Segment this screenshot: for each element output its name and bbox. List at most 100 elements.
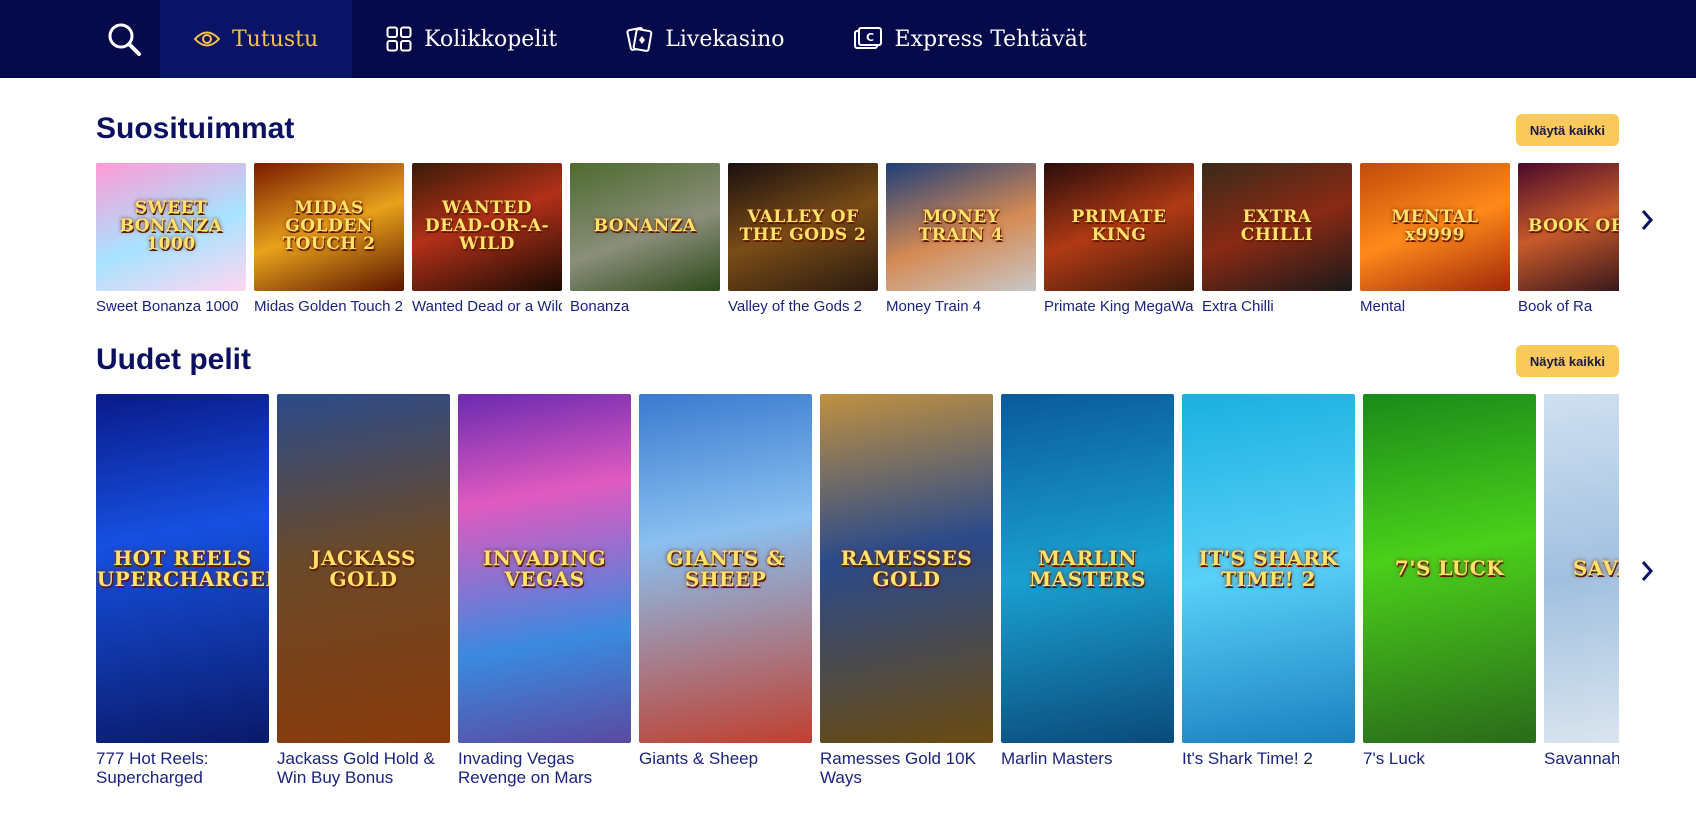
top-navigation: Tutustu Kolikkopelit Livekasino C Expres… [0, 0, 1696, 78]
game-art-title: MIDAS GOLDEN TOUCH 2 [282, 198, 376, 254]
game-thumbnail[interactable]: MIDAS GOLDEN TOUCH 2 [254, 163, 404, 291]
game-thumbnail[interactable]: PRIMATE KING [1044, 163, 1194, 291]
game-title[interactable]: Sweet Bonanza 1000 [96, 297, 246, 316]
game-art-title: RAMESSES GOLD [840, 545, 973, 591]
game-thumbnail[interactable]: BONANZA [570, 163, 720, 291]
game-thumbnail[interactable]: VALLEY OF THE GODS 2 [728, 163, 878, 291]
game-art-title: INVADING VEGAS [482, 545, 607, 591]
nav-tab-livekasino[interactable]: Livekasino [591, 0, 818, 78]
nav-tab-label: Livekasino [665, 26, 785, 52]
new-games-next-button[interactable] [1632, 551, 1662, 591]
game-art-title: 7'S LUCK [1394, 556, 1505, 580]
game-art-title: BONANZA [593, 216, 697, 237]
game-card[interactable]: GIANTS & SHEEP Giants & Sheep [639, 394, 812, 787]
game-card[interactable]: INVADING VEGAS Invading Vegas Revenge on … [458, 394, 631, 787]
nav-tab-tutustu[interactable]: Tutustu [160, 0, 353, 78]
game-art-title: WANTED DEAD-OR-A-WILD [424, 198, 550, 254]
game-card[interactable]: BOOK OF RA Book of Ra [1518, 163, 1619, 316]
game-card[interactable]: MONEY TRAIN 4 Money Train 4 [886, 163, 1036, 316]
game-art-title: IT'S SHARK TIME! 2 [1198, 545, 1339, 591]
show-all-button[interactable]: Näytä kaikki [1515, 345, 1619, 377]
game-thumbnail[interactable]: IT'S SHARK TIME! 2 [1182, 394, 1355, 743]
game-card[interactable]: IT'S SHARK TIME! 2 It's Shark Time! 2 [1182, 394, 1355, 787]
game-title[interactable]: Primate King MegaWays [1044, 297, 1194, 316]
game-title[interactable]: Savannah [1544, 749, 1619, 768]
game-card[interactable]: JACKASS GOLD Jackass Gold Hold & Win Buy … [277, 394, 450, 787]
game-thumbnail[interactable]: MENTAL x9999 [1360, 163, 1510, 291]
game-card[interactable]: RAMESSES GOLD Ramesses Gold 10K Ways [820, 394, 993, 787]
game-title[interactable]: Extra Chilli [1202, 297, 1352, 316]
game-title[interactable]: Wanted Dead or a Wild [412, 297, 562, 316]
game-art-title: GIANTS & SHEEP [666, 545, 785, 591]
game-card[interactable]: SWEET BONANZA 1000 Sweet Bonanza 1000 [96, 163, 246, 316]
game-title[interactable]: Bonanza [570, 297, 720, 316]
game-thumbnail[interactable]: HOT REELS SUPERCHARGED [96, 394, 269, 743]
popular-next-button[interactable] [1632, 200, 1662, 240]
search-icon [108, 23, 141, 56]
game-art-title: EXTRA CHILLI [1240, 207, 1314, 245]
game-art-title: VALLEY OF THE GODS 2 [739, 207, 867, 245]
game-art-title: SWEET BONANZA 1000 [119, 198, 223, 254]
game-thumbnail[interactable]: RAMESSES GOLD [820, 394, 993, 743]
game-title[interactable]: Giants & Sheep [639, 749, 812, 768]
game-title[interactable]: Jackass Gold Hold & Win Buy Bonus [277, 749, 450, 787]
nav-tab-label: Kolikkopelit [424, 26, 558, 52]
game-card[interactable]: EXTRA CHILLI Extra Chilli [1202, 163, 1352, 316]
section-title: Suosituimmat [96, 112, 295, 145]
game-title[interactable]: Marlin Masters [1001, 749, 1174, 768]
game-art-title: SAVA LEG [1572, 556, 1619, 580]
game-art-title: MARLIN MASTERS [1029, 545, 1146, 591]
game-title[interactable]: Mental [1360, 297, 1510, 316]
game-thumbnail[interactable]: SAVA LEG [1544, 394, 1619, 743]
game-card[interactable]: PRIMATE KING Primate King MegaWays [1044, 163, 1194, 316]
game-art-title: PRIMATE KING [1071, 207, 1167, 245]
ticket-icon: C [853, 27, 882, 49]
eye-icon [194, 31, 220, 47]
game-art-title: JACKASS GOLD [311, 545, 416, 591]
game-thumbnail[interactable]: WANTED DEAD-OR-A-WILD [412, 163, 562, 291]
game-thumbnail[interactable]: INVADING VEGAS [458, 394, 631, 743]
game-art-title: MONEY TRAIN 4 [918, 207, 1004, 245]
game-card[interactable]: SAVA LEG Savannah [1544, 394, 1619, 787]
popular-section: Suosituimmat Näytä kaikki SWEET BONANZA … [96, 109, 1619, 319]
game-art-title: MENTAL x9999 [1391, 207, 1479, 245]
section-title: Uudet pelit [96, 343, 251, 376]
grid-icon [386, 26, 412, 52]
game-card[interactable]: WANTED DEAD-OR-A-WILD Wanted Dead or a Wi… [412, 163, 562, 316]
game-card[interactable]: 7'S LUCK 7's Luck [1363, 394, 1536, 787]
game-card[interactable]: MENTAL x9999 Mental [1360, 163, 1510, 316]
game-title[interactable]: 7's Luck [1363, 749, 1536, 768]
chevron-right-icon [1641, 210, 1654, 230]
game-card[interactable]: HOT REELS SUPERCHARGED 777 Hot Reels: Sup… [96, 394, 269, 787]
game-title[interactable]: Valley of the Gods 2 [728, 297, 878, 316]
game-title[interactable]: Invading Vegas Revenge on Mars [458, 749, 631, 787]
game-title[interactable]: It's Shark Time! 2 [1182, 749, 1355, 768]
nav-tab-kolikkopelit[interactable]: Kolikkopelit [352, 0, 591, 78]
nav-tab-label: Tutustu [232, 26, 319, 52]
game-title[interactable]: Midas Golden Touch 2 [254, 297, 404, 316]
game-thumbnail[interactable]: EXTRA CHILLI [1202, 163, 1352, 291]
chevron-right-icon [1641, 561, 1654, 581]
svg-text:C: C [865, 31, 873, 44]
game-card[interactable]: VALLEY OF THE GODS 2 Valley of the Gods 2 [728, 163, 878, 316]
popular-carousel: SWEET BONANZA 1000 Sweet Bonanza 1000 MIDA… [96, 163, 1619, 323]
game-thumbnail[interactable]: MONEY TRAIN 4 [886, 163, 1036, 291]
game-card[interactable]: MIDAS GOLDEN TOUCH 2 Midas Golden Touch 2 [254, 163, 404, 316]
game-title[interactable]: Money Train 4 [886, 297, 1036, 316]
game-thumbnail[interactable]: BOOK OF RA [1518, 163, 1619, 291]
game-card[interactable]: MARLIN MASTERS Marlin Masters [1001, 394, 1174, 787]
nav-tab-express-tehtavat[interactable]: C Express Tehtävät [819, 0, 1121, 78]
game-thumbnail[interactable]: 7'S LUCK [1363, 394, 1536, 743]
game-title[interactable]: Ramesses Gold 10K Ways [820, 749, 993, 787]
show-all-button[interactable]: Näytä kaikki [1515, 114, 1619, 146]
game-thumbnail[interactable]: JACKASS GOLD [277, 394, 450, 743]
game-thumbnail[interactable]: GIANTS & SHEEP [639, 394, 812, 743]
game-title[interactable]: Book of Ra [1518, 297, 1619, 316]
game-thumbnail[interactable]: MARLIN MASTERS [1001, 394, 1174, 743]
search-button[interactable] [88, 0, 160, 78]
game-card[interactable]: BONANZA Bonanza [570, 163, 720, 316]
game-title[interactable]: 777 Hot Reels: Supercharged [96, 749, 269, 787]
new-games-carousel: HOT REELS SUPERCHARGED 777 Hot Reels: Sup… [96, 394, 1619, 814]
cards-icon [626, 26, 653, 52]
game-thumbnail[interactable]: SWEET BONANZA 1000 [96, 163, 246, 291]
